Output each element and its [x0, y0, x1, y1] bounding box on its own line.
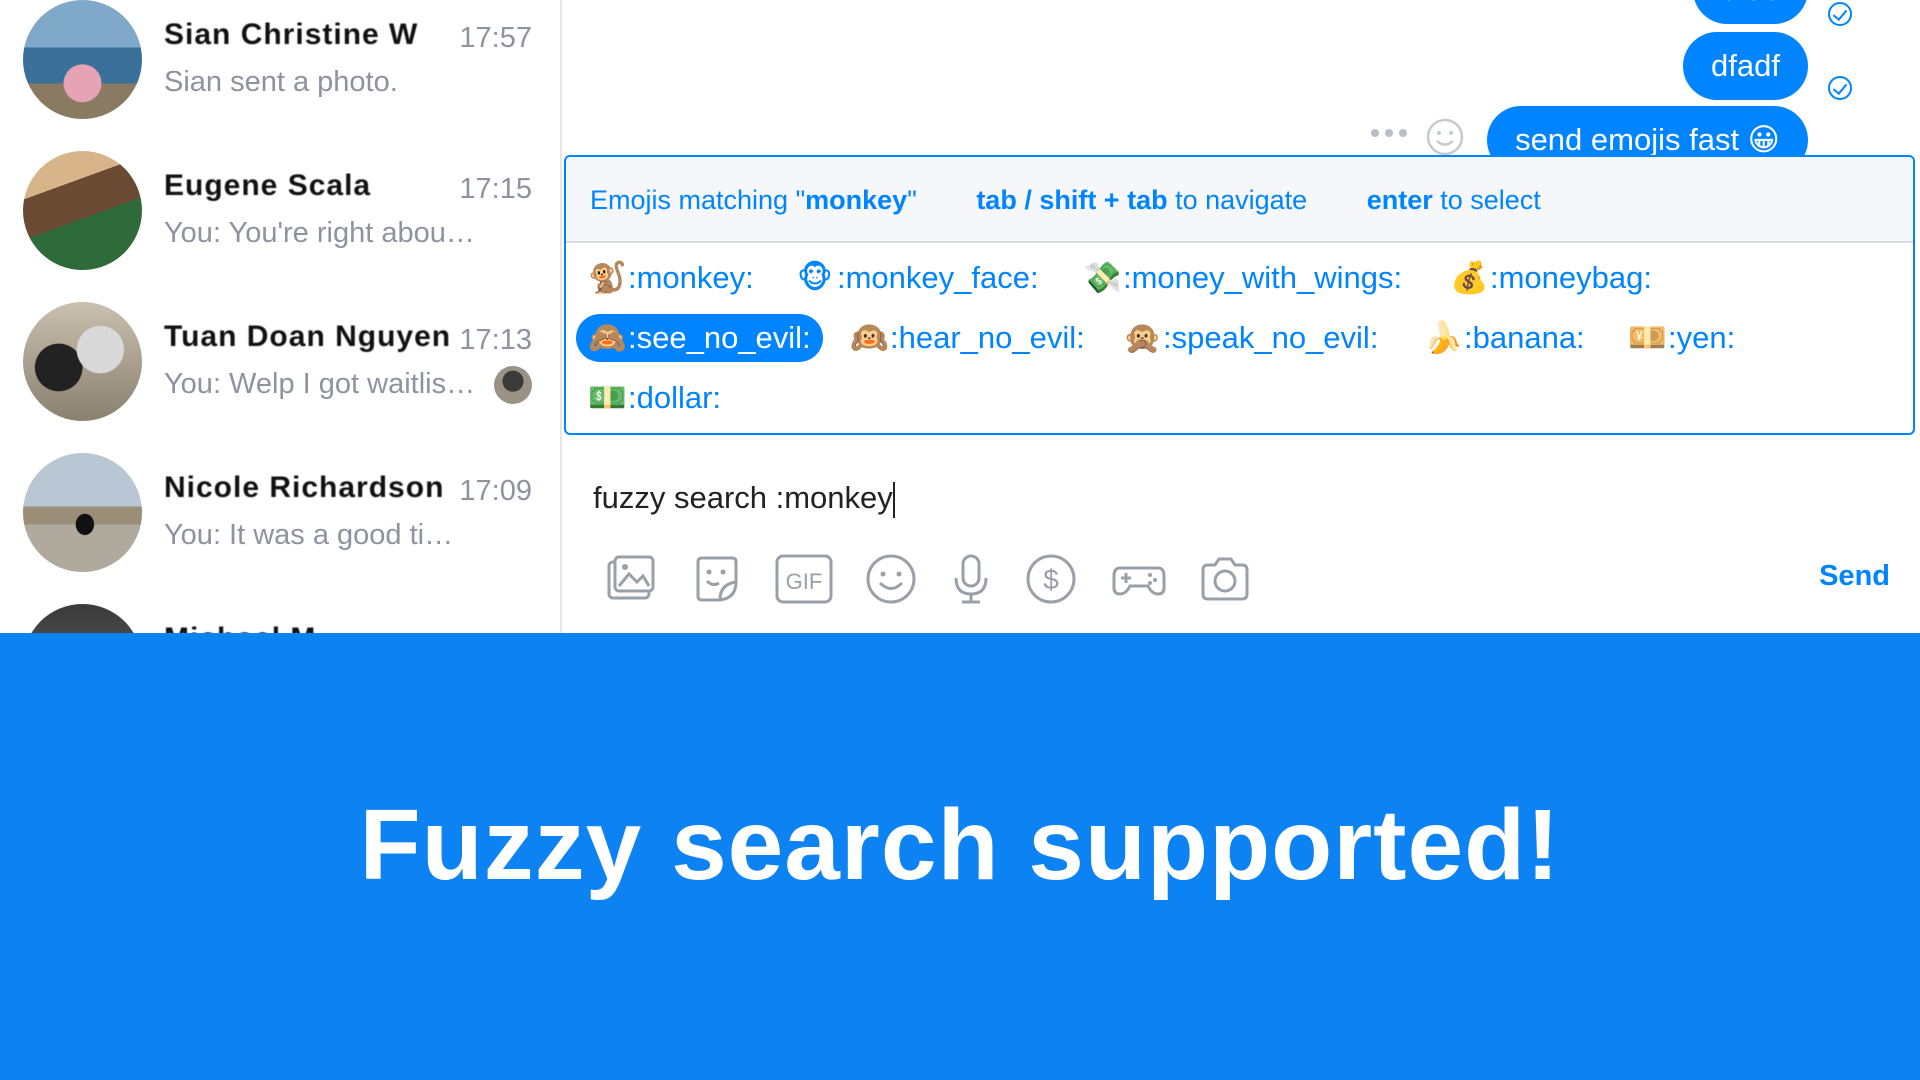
- conversation-time: 17:15: [459, 173, 532, 205]
- seen-check-icon: [1828, 76, 1852, 100]
- conversation-time: 17:13: [459, 324, 532, 356]
- conversation-time: 17:09: [459, 475, 532, 507]
- emoji-option-hear-no-evil[interactable]: 🙉:hear_no_evil:: [838, 314, 1097, 362]
- matching-prefix: Emojis matching ": [590, 185, 806, 215]
- monkey-icon: 🐒: [588, 260, 627, 295]
- emoji-option-moneybag[interactable]: 💰:moneybag:: [1438, 254, 1664, 302]
- emoji-code: :moneybag:: [1490, 260, 1652, 295]
- matching-suffix: ": [907, 185, 917, 215]
- select-key: enter: [1366, 185, 1433, 215]
- message-input[interactable]: fuzzy search :monkey: [593, 480, 895, 518]
- yen-icon: 💴: [1628, 320, 1667, 355]
- navigate-text: to navigate: [1167, 185, 1308, 215]
- emoji-code: :monkey_face:: [837, 260, 1039, 295]
- conversation-name: Tuan Doan Nguyen: [164, 320, 452, 353]
- seen-by-avatar: [494, 366, 532, 404]
- sticker-icon[interactable]: [690, 552, 744, 606]
- conversation-name: Michael M: [164, 622, 316, 633]
- emoji-code: :see_no_evil:: [628, 320, 811, 355]
- conversation-item[interactable]: Michael M: [0, 604, 560, 633]
- emoji-autocomplete-popup: Emojis matching "monkey" tab / shift + t…: [564, 155, 1915, 435]
- conversation-name: Nicole Richardson: [164, 471, 445, 504]
- message-bubble: dfadf: [1683, 32, 1808, 100]
- navigate-keys: tab / shift + tab: [976, 185, 1168, 215]
- emoji-code: :monkey:: [628, 260, 754, 295]
- avatar: [23, 604, 142, 633]
- select-text: to select: [1432, 185, 1541, 215]
- emoji-option-banana[interactable]: 🍌:banana:: [1412, 314, 1597, 362]
- game-icon[interactable]: [1110, 552, 1168, 606]
- banner-title: Fuzzy search supported!: [359, 789, 1561, 901]
- conversation-preview: You: It was a good ti…: [164, 519, 454, 551]
- emoji-option-yen[interactable]: 💴:yen:: [1616, 314, 1747, 362]
- gif-icon[interactable]: GIF: [774, 552, 834, 606]
- image-icon[interactable]: [603, 552, 657, 606]
- emoji-code: :hear_no_evil:: [890, 320, 1085, 355]
- emoji-code: :banana:: [1464, 320, 1585, 355]
- emoji-code: :yen:: [1668, 320, 1736, 355]
- microphone-icon[interactable]: [944, 552, 998, 606]
- popup-header: Emojis matching "monkey" tab / shift + t…: [566, 157, 1913, 243]
- conversation-list: Sian Christine W 17:57 Sian sent a photo…: [0, 0, 562, 633]
- message-input-value: fuzzy search :monkey: [593, 480, 893, 515]
- promo-banner: Fuzzy search supported!: [0, 633, 1920, 1080]
- conversation-item[interactable]: Sian Christine W 17:57 Sian sent a photo…: [0, 0, 560, 151]
- hear-no-evil-icon: 🙉: [850, 320, 889, 355]
- emoji-option-see-no-evil[interactable]: 🙈:see_no_evil:: [576, 314, 823, 362]
- dollar-icon: 💵: [588, 380, 627, 415]
- emoji-code: :dollar:: [628, 380, 722, 415]
- banana-icon: 🍌: [1424, 320, 1463, 355]
- conversation-preview: You: You're right abou…: [164, 217, 475, 249]
- select-hint: enter to select: [1367, 185, 1541, 215]
- money-with-wings-icon: 💸: [1083, 260, 1122, 295]
- navigate-hint: tab / shift + tab to navigate: [976, 185, 1307, 215]
- conversation-name: Eugene Scala: [164, 169, 372, 202]
- monkey-face-icon: 🐵: [797, 260, 833, 295]
- text-caret: [892, 481, 895, 518]
- emoji-icon[interactable]: [864, 552, 918, 606]
- conversation-name: Sian Christine W: [164, 18, 419, 51]
- send-button[interactable]: Send: [1819, 560, 1890, 593]
- emoji-option-speak-no-evil[interactable]: 🙊:speak_no_evil:: [1111, 314, 1390, 362]
- conversation-item[interactable]: Eugene Scala 17:15 You: You're right abo…: [0, 151, 560, 302]
- avatar: [23, 0, 142, 119]
- emoji-option-monkey-face[interactable]: 🐵:monkey_face:: [785, 254, 1051, 302]
- conversation-item[interactable]: Tuan Doan Nguyen 17:13 You: Welp I got w…: [0, 302, 560, 453]
- avatar: [23, 151, 142, 270]
- emoji-option-dollar[interactable]: 💵:dollar:: [576, 374, 733, 422]
- search-query: monkey: [805, 185, 908, 215]
- seen-check-icon: [1828, 2, 1852, 26]
- matching-hint: Emojis matching "monkey": [590, 185, 917, 215]
- emoji-option-monkey[interactable]: 🐒:monkey:: [576, 254, 766, 302]
- screen: Sian Christine W 17:57 Sian sent a photo…: [0, 0, 1920, 1080]
- svg-text:$: $: [1043, 564, 1059, 595]
- moneybag-icon: 💰: [1450, 260, 1489, 295]
- more-icon[interactable]: [1369, 126, 1409, 140]
- conversation-preview: You: Welp I got waitlis…: [164, 368, 476, 400]
- emoji-code: :money_with_wings:: [1123, 260, 1403, 295]
- gif-label: GIF: [786, 569, 823, 594]
- conversation-time: 17:57: [459, 22, 532, 54]
- avatar: [23, 302, 142, 421]
- conversation-item[interactable]: Nicole Richardson 17:09 You: It was a go…: [0, 453, 560, 604]
- see-no-evil-icon: 🙈: [588, 320, 627, 355]
- avatar: [23, 453, 142, 572]
- emoji-option-money-with-wings[interactable]: 💸:money_with_wings:: [1071, 254, 1414, 302]
- react-emoji-icon[interactable]: [1425, 117, 1465, 157]
- emoji-code: :speak_no_evil:: [1163, 320, 1379, 355]
- camera-icon[interactable]: [1198, 552, 1252, 606]
- messenger-window: Sian Christine W 17:57 Sian sent a photo…: [0, 0, 1920, 633]
- speak-no-evil-icon: 🙊: [1123, 320, 1162, 355]
- conversation-preview: Sian sent a photo.: [164, 66, 398, 98]
- message-bubble: dfas: [1693, 0, 1808, 24]
- payment-icon[interactable]: $: [1024, 552, 1078, 606]
